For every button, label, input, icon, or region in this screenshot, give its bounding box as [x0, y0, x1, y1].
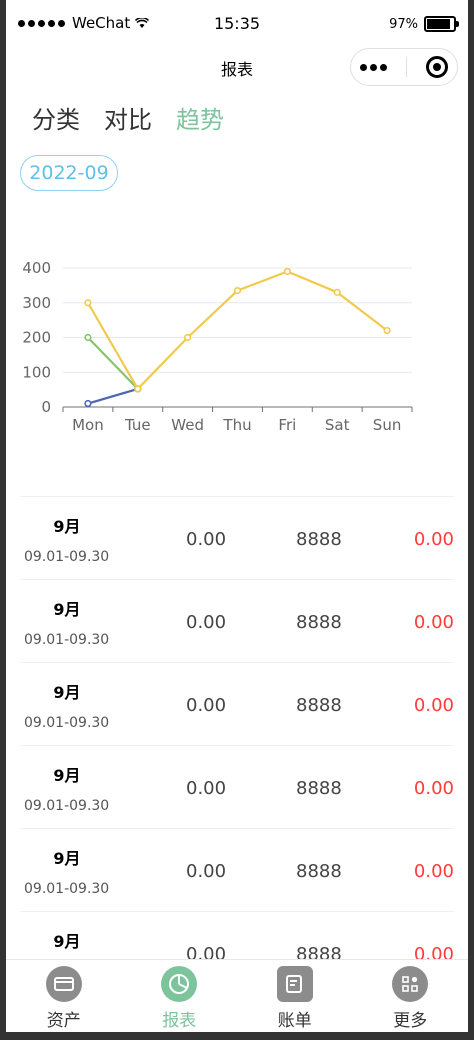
- data-point: [333, 288, 341, 296]
- data-point: [84, 333, 92, 342]
- report-tabs: 分类 对比 趋势: [32, 100, 224, 135]
- row-date-range: 09.01-09.30: [24, 632, 110, 648]
- row-value-1: 0.00: [186, 861, 227, 882]
- row-value-2: 8888: [296, 612, 342, 633]
- pie-chart-icon: [161, 966, 198, 1002]
- row-value-1: 0.00: [186, 529, 227, 550]
- tabbar-item-report[interactable]: 报表: [122, 960, 238, 1032]
- x-tick-label: Wed: [171, 416, 204, 434]
- row-month: 9月: [53, 683, 81, 702]
- row-value-2: 8888: [296, 529, 342, 550]
- table-row[interactable]: 9月 09.01-09.30 0.00 8888 0.00: [20, 496, 454, 579]
- battery-status: 97%: [389, 16, 459, 32]
- row-date-range: 09.01-09.30: [24, 715, 110, 731]
- status-bar: WeChat 15:35 97%: [6, 0, 468, 44]
- data-point: [84, 299, 92, 307]
- row-value-3: 0.00: [413, 529, 454, 550]
- trend-line-chart: 0 100 200 300 400 Mon Tue Wed Thu Fri Sat Sun: [22, 259, 413, 434]
- data-point: [184, 333, 192, 342]
- data-point: [134, 385, 142, 393]
- x-tick-label: Thu: [222, 416, 251, 434]
- series-line-0: [87, 387, 139, 405]
- y-tick-label: 400: [22, 259, 51, 277]
- tab-compare[interactable]: 对比: [104, 100, 152, 135]
- data-point: [383, 326, 391, 335]
- close-miniprogram-button[interactable]: [425, 56, 448, 78]
- wallet-icon: [45, 966, 82, 1002]
- x-tick-label: Mon: [72, 416, 104, 434]
- more-dot-icon: [380, 63, 388, 71]
- row-month: 9月: [53, 600, 81, 619]
- row-value-3: 0.00: [413, 612, 454, 633]
- bottom-tab-bar: 资产 报表 账单 更多: [6, 959, 468, 1032]
- tabbar-label: 账单: [277, 1011, 312, 1031]
- row-month: 9月: [53, 517, 81, 536]
- apps-icon: [392, 966, 429, 1002]
- data-point: [283, 267, 291, 276]
- row-value-2: 8888: [296, 778, 342, 799]
- table-row[interactable]: 9月 09.01-09.30 0.00 8888 0.00: [20, 828, 454, 911]
- table-row[interactable]: 9月 09.01-09.30 0.00 8888 0.00: [20, 662, 454, 745]
- table-row[interactable]: 9月 09.01-09.30 0.00 8888 0.00: [20, 745, 454, 828]
- data-point: [233, 286, 242, 295]
- capsule-divider: [405, 57, 407, 77]
- tabbar-label: 报表: [162, 1011, 197, 1031]
- row-date-range: 09.01-09.30: [24, 798, 110, 814]
- y-tick-label: 200: [22, 329, 51, 347]
- row-value-2: 8888: [296, 695, 342, 716]
- x-tick-label: Sat: [325, 416, 350, 434]
- row-month: 9月: [53, 932, 81, 951]
- row-value-3: 0.00: [413, 778, 454, 799]
- row-value-1: 0.00: [186, 778, 227, 799]
- more-options-button[interactable]: [360, 63, 388, 71]
- x-tick-label: Sun: [373, 416, 402, 434]
- nav-bar: 报表: [6, 44, 468, 88]
- miniprogram-capsule: [350, 48, 458, 86]
- tabbar-item-more[interactable]: 更多: [353, 960, 469, 1032]
- row-month: 9月: [53, 849, 81, 868]
- month-selector[interactable]: 2022-09: [20, 155, 118, 191]
- row-value-1: 0.00: [186, 612, 227, 633]
- x-tick-label: Tue: [124, 416, 151, 434]
- battery-percent: 97%: [389, 16, 418, 32]
- tabbar-item-assets[interactable]: 资产: [6, 960, 122, 1032]
- table-row[interactable]: 9月 09.01-09.30 0.00 8888 0.00: [20, 579, 454, 662]
- more-dot-icon: [360, 63, 368, 71]
- tab-trend[interactable]: 趋势: [176, 100, 224, 135]
- row-month: 9月: [53, 766, 81, 785]
- tabbar-item-bills[interactable]: 账单: [237, 960, 353, 1032]
- x-tick-label: Fri: [278, 416, 296, 434]
- more-dot-icon: [370, 63, 378, 71]
- phone-screen: WeChat 15:35 97% 报表 分类 对比 趋势 2022-09 0 1…: [6, 0, 468, 1032]
- data-point: [84, 399, 92, 408]
- battery-icon: [424, 16, 459, 32]
- y-tick-label: 0: [41, 398, 51, 416]
- row-value-1: 0.00: [186, 695, 227, 716]
- tabbar-label: 更多: [393, 1011, 428, 1031]
- y-tick-label: 300: [22, 294, 51, 312]
- edit-document-icon: [276, 966, 313, 1002]
- tabbar-label: 资产: [46, 1011, 81, 1031]
- row-date-range: 09.01-09.30: [24, 881, 110, 897]
- y-tick-label: 100: [22, 363, 51, 381]
- monthly-summary-list: 9月 09.01-09.30 0.00 8888 0.00 9月 09.01-09.30 0.…: [20, 496, 454, 994]
- row-date-range: 09.01-09.30: [24, 549, 110, 565]
- tab-category[interactable]: 分类: [32, 100, 80, 135]
- row-value-3: 0.00: [413, 695, 454, 716]
- row-value-3: 0.00: [413, 861, 454, 882]
- row-value-2: 8888: [296, 861, 342, 882]
